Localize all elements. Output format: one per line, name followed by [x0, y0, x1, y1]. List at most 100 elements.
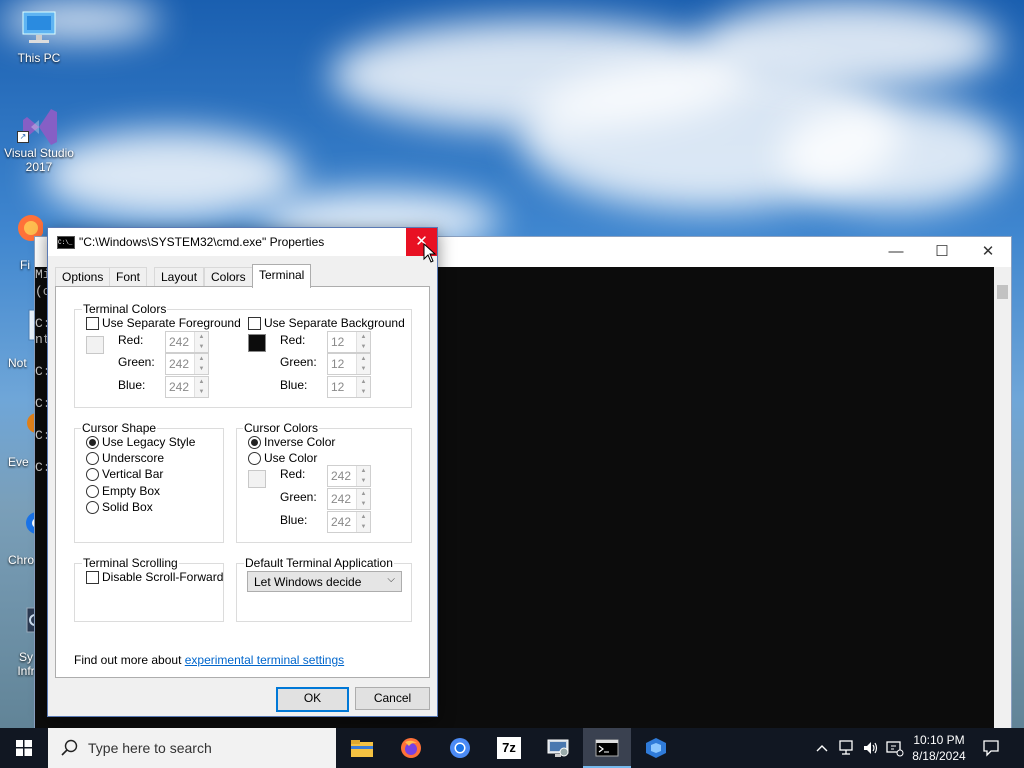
spinner-arrows-icon[interactable]: ▲ ▼: [356, 377, 370, 397]
foreground-blue-label: Blue:: [118, 378, 146, 392]
cursor-underscore-radio[interactable]: [86, 452, 99, 465]
taskbar-firefox[interactable]: [387, 728, 435, 768]
spinner-arrows-icon[interactable]: ▲ ▼: [194, 377, 208, 397]
chevron-down-icon: ⌵: [387, 574, 395, 585]
foreground-red-label: Red:: [118, 333, 144, 347]
spinner-value: 242: [331, 492, 352, 506]
spinner-arrows-icon[interactable]: ▲ ▼: [356, 466, 370, 486]
taskbar-computer-management[interactable]: [534, 728, 582, 768]
background-green-label: Green:: [280, 355, 317, 369]
monitor-icon: [17, 8, 61, 48]
tab-colors[interactable]: Colors: [204, 267, 253, 287]
taskbar-azure-data-studio[interactable]: [632, 728, 680, 768]
footer-text: Find out more about experimental termina…: [74, 653, 344, 667]
minimize-button[interactable]: —: [873, 237, 919, 267]
cursor-solid-box-radio[interactable]: [86, 501, 99, 514]
separate-background-checkbox[interactable]: [248, 317, 261, 330]
taskbar-search-box[interactable]: Type here to search: [48, 728, 336, 768]
foreground-color-swatch: [86, 336, 104, 354]
cursor-empty-box-radio[interactable]: [86, 485, 99, 498]
separate-background-label: Use Separate Background: [264, 316, 405, 330]
spinner-value: 242: [169, 357, 190, 371]
cursor-shape-label: Cursor Shape: [81, 421, 158, 435]
taskbar-file-explorer[interactable]: [338, 728, 386, 768]
cursor-legacy-radio[interactable]: [86, 436, 99, 449]
search-icon: [61, 739, 78, 756]
desktop-icon-label: Fi: [20, 258, 30, 272]
background-red-label: Red:: [280, 333, 306, 347]
close-button[interactable]: ✕: [965, 237, 1011, 267]
spinner-value: 12: [331, 357, 345, 371]
desktop-icon-label: This PC: [17, 51, 61, 65]
taskbar-command-prompt[interactable]: [583, 728, 631, 768]
cursor-green-label: Green:: [280, 490, 317, 504]
show-hidden-icons-chevron-icon[interactable]: [815, 742, 829, 754]
footer-prefix: Find out more about: [74, 653, 182, 667]
desktop-icon-label: Visual Studio 2017: [4, 146, 74, 174]
background-blue-spinner[interactable]: 12 ▲ ▼: [327, 376, 371, 398]
maximize-button[interactable]: ☐: [919, 237, 965, 267]
terminal-tab-panel: Terminal Colors Use Separate Foreground …: [55, 286, 430, 678]
cursor-colors-label: Cursor Colors: [243, 421, 320, 435]
background-color-swatch: [248, 334, 266, 352]
desktop-icon-this-pc[interactable]: This PC: [4, 8, 74, 65]
cursor-red-spinner[interactable]: 242 ▲ ▼: [327, 465, 371, 487]
spinner-arrows-icon[interactable]: ▲ ▼: [356, 512, 370, 532]
console-scrollbar[interactable]: [994, 267, 1011, 731]
default-terminal-label: Default Terminal Application: [244, 556, 394, 570]
scrollbar-thumb[interactable]: [997, 285, 1008, 299]
cursor-use-color-radio[interactable]: [248, 452, 261, 465]
background-blue-label: Blue:: [280, 378, 308, 392]
dialog-titlebar[interactable]: C:\_ "C:\Windows\SYSTEM32\cmd.exe" Prope…: [48, 228, 437, 256]
computer-management-icon: [547, 739, 569, 757]
cursor-vertical-bar-radio[interactable]: [86, 468, 99, 481]
dropdown-value: Let Windows decide: [254, 575, 362, 589]
terminal-scrolling-label: Terminal Scrolling: [82, 556, 179, 570]
taskbar: Type here to search 7z 10:10 PM 8/18/202…: [0, 728, 1024, 768]
spinner-arrows-icon[interactable]: ▲ ▼: [194, 354, 208, 374]
spinner-arrows-icon[interactable]: ▲ ▼: [194, 332, 208, 352]
folder-icon: [351, 740, 373, 757]
background-red-spinner[interactable]: 12 ▲ ▼: [327, 331, 371, 353]
cancel-button[interactable]: Cancel: [355, 687, 430, 710]
foreground-green-spinner[interactable]: 242 ▲ ▼: [165, 353, 209, 375]
dialog-title: "C:\Windows\SYSTEM32\cmd.exe" Properties: [79, 235, 325, 249]
experimental-settings-link[interactable]: experimental terminal settings: [185, 653, 344, 667]
desktop-icon-label: Eve: [8, 455, 29, 469]
separate-foreground-checkbox[interactable]: [86, 317, 99, 330]
disable-scroll-forward-checkbox[interactable]: [86, 571, 99, 584]
ok-button[interactable]: OK: [276, 687, 349, 712]
cursor-underscore-label: Underscore: [102, 451, 165, 465]
taskbar-chromium[interactable]: [436, 728, 484, 768]
taskbar-7zip[interactable]: 7z: [485, 728, 533, 768]
foreground-red-spinner[interactable]: 242 ▲ ▼: [165, 331, 209, 353]
cursor-inverse-color-radio[interactable]: [248, 436, 261, 449]
background-green-spinner[interactable]: 12 ▲ ▼: [327, 353, 371, 375]
cursor-use-color-label: Use Color: [264, 451, 318, 465]
foreground-blue-spinner[interactable]: 242 ▲ ▼: [165, 376, 209, 398]
cursor-green-spinner[interactable]: 242 ▲ ▼: [327, 488, 371, 510]
tab-terminal[interactable]: Terminal: [252, 264, 312, 288]
default-terminal-dropdown[interactable]: Let Windows decide ⌵: [247, 571, 402, 592]
cursor-blue-spinner[interactable]: 242 ▲ ▼: [327, 511, 371, 533]
spinner-arrows-icon[interactable]: ▲ ▼: [356, 354, 370, 374]
spinner-arrows-icon[interactable]: ▲ ▼: [356, 489, 370, 509]
start-button[interactable]: [0, 728, 48, 768]
notification-center-icon[interactable]: [982, 739, 1000, 757]
shortcut-arrow-icon: ↗: [17, 131, 29, 143]
spinner-arrows-icon[interactable]: ▲ ▼: [356, 332, 370, 352]
cmd-app-icon: C:\_: [57, 236, 75, 249]
properties-dialog[interactable]: C:\_ "C:\Windows\SYSTEM32\cmd.exe" Prope…: [47, 227, 438, 717]
seven-zip-icon: 7z: [497, 737, 521, 759]
spinner-value: 12: [331, 380, 345, 394]
network-icon[interactable]: [838, 739, 856, 757]
clock-time: 10:10 PM: [913, 733, 965, 747]
tab-font[interactable]: Font: [109, 267, 148, 287]
volume-icon[interactable]: [862, 739, 880, 757]
tab-layout[interactable]: Layout: [154, 267, 205, 287]
tab-options[interactable]: Options: [55, 267, 111, 287]
desktop-icon-visual-studio[interactable]: ↗ Visual Studio 2017: [4, 103, 74, 174]
desktop-icon-label: Chro: [8, 553, 35, 567]
cursor-blue-label: Blue:: [280, 513, 308, 527]
taskbar-clock[interactable]: 10:10 PM 8/18/2024: [902, 732, 976, 764]
